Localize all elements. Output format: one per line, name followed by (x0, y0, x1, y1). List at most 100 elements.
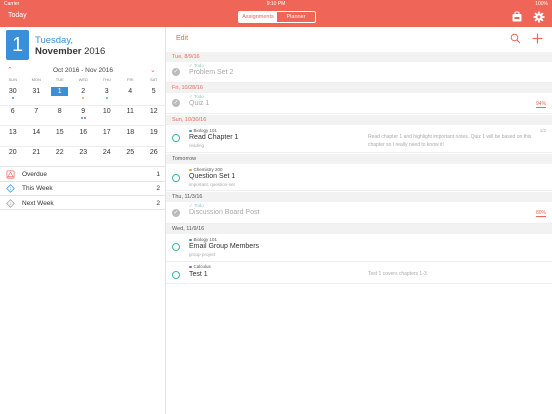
add-icon[interactable] (532, 33, 543, 44)
task-title: Read Chapter 1 (189, 134, 239, 141)
calendar-day-selected[interactable]: 1 (48, 85, 72, 105)
weekday-label: THU (102, 77, 111, 82)
view-segmented-control: Assignments Planner (238, 11, 316, 23)
tab-assignments[interactable]: Assignments (239, 12, 277, 22)
completed-check-icon[interactable]: ✓ (172, 209, 180, 217)
task-row[interactable]: ✓ ✓ Todo Problem Set 2 (166, 62, 552, 83)
calendar-day[interactable]: 23 (72, 146, 96, 166)
task-row[interactable]: Biology 101 Email Group Members group-pr… (166, 234, 552, 262)
summary-row-overdue[interactable]: Overdue 1 (0, 166, 166, 181)
weekday-label: SAT (150, 77, 158, 82)
task-course: Biology 101 (189, 237, 217, 242)
calendar-day[interactable]: 12 (142, 105, 166, 125)
search-icon[interactable] (510, 33, 521, 44)
calendar-day[interactable]: 9 (72, 105, 96, 125)
task-note: Test 1 covers chapters 1-3. (368, 271, 429, 277)
section-header: Fri, 10/28/16 (166, 83, 552, 93)
calendar-day[interactable]: 13 (1, 126, 25, 146)
calendar-day[interactable]: 21 (25, 146, 49, 166)
divider (0, 125, 166, 126)
calendar-day[interactable]: 6 (1, 105, 25, 125)
task-row[interactable]: ✓ ✓ Todo Quiz 1 94% (166, 93, 552, 114)
completed-check-icon[interactable]: ✓ (172, 68, 180, 76)
summary-label: This Week (22, 185, 53, 192)
list-toolbar: Edit (166, 27, 552, 51)
task-row[interactable]: Biology 101 Read Chapter 1 reading Read … (166, 125, 552, 153)
incomplete-circle-icon[interactable] (172, 243, 180, 251)
calendar-day[interactable]: 20 (1, 146, 25, 166)
overdue-alert-icon (6, 170, 15, 178)
summary-row-next-week[interactable]: 2 Next Week 2 (0, 195, 166, 210)
tab-planner[interactable]: Planner (277, 12, 315, 22)
task-row[interactable]: ✓ ✓ Todo Discussion Board Post 80% (166, 202, 552, 224)
calendar-day[interactable]: 30 (1, 85, 25, 105)
calendar-day[interactable]: 22 (48, 146, 72, 166)
battery-level: 100% (535, 1, 548, 7)
calendar-range-label: Oct 2016 - Nov 2016 (53, 67, 113, 74)
task-title: Discussion Board Post (189, 209, 260, 216)
calendar-day[interactable]: 3 (95, 85, 119, 105)
status-bar: Carrier 9:10 PM 100% (0, 0, 552, 8)
calendar-day[interactable]: 2 (72, 85, 96, 105)
summary-list: Overdue 1 1 This Week 2 2 Next Week 2 (0, 166, 166, 210)
year-label: 2016 (84, 46, 106, 57)
calendar-day[interactable]: 19 (142, 126, 166, 146)
summary-row-this-week[interactable]: 1 This Week 2 (0, 180, 166, 196)
calendar-day[interactable]: 24 (95, 146, 119, 166)
section-header: Sun, 10/30/16 (166, 115, 552, 125)
task-title: Quiz 1 (189, 100, 210, 107)
incomplete-circle-icon[interactable] (172, 174, 180, 182)
section-header: Wed, 11/9/16 (166, 224, 552, 234)
assignments-pane: Edit Tue, 8/9/16 ✓ ✓ Todo Problem Set 2 … (166, 27, 552, 414)
task-title: Problem Set 2 (189, 69, 234, 76)
section-header: Tomorrow (166, 154, 552, 164)
calendar-day[interactable]: 18 (119, 126, 143, 146)
calendar-day[interactable]: 31 (25, 85, 49, 105)
calendar-day[interactable]: 5 (142, 85, 166, 105)
task-tags: important, question-set (189, 182, 235, 187)
task-course: Biology 101 (189, 128, 217, 133)
task-row[interactable]: Calculus Test 1 Test 1 covers chapters 1… (166, 262, 552, 284)
calendar-day[interactable]: 16 (72, 126, 96, 146)
incomplete-circle-icon[interactable] (172, 134, 180, 142)
calendar-day[interactable]: 26 (142, 146, 166, 166)
weekday-label: FRI (127, 77, 134, 82)
settings-gear-icon[interactable] (533, 11, 545, 23)
calendar-day[interactable]: 7 (25, 105, 49, 125)
completed-check-icon[interactable]: ✓ (172, 99, 180, 107)
backpack-icon[interactable] (511, 11, 523, 23)
today-button[interactable]: Today (8, 12, 27, 19)
calendar-day[interactable]: 11 (119, 105, 143, 125)
task-row[interactable]: Chemistry 200 Question Set 1 important, … (166, 164, 552, 191)
weekday-header: SUN MON TUE WED THU FRI SAT (0, 77, 166, 82)
sidebar: 1 Tuesday, November 2016 ⌃ Oct 2016 - No… (0, 27, 166, 414)
month-label: November (35, 46, 82, 57)
task-course: Chemistry 200 (189, 167, 223, 172)
weekday-label: MON (31, 77, 41, 82)
calendar-day[interactable]: 15 (48, 126, 72, 146)
incomplete-circle-icon[interactable] (172, 271, 180, 279)
next-week-diamond-icon: 2 (6, 198, 15, 208)
calendar-day[interactable]: 17 (95, 126, 119, 146)
weekday-label: WED (78, 77, 88, 82)
calendar-day[interactable]: 4 (119, 85, 143, 105)
grade-badge: 94% (535, 101, 546, 108)
task-title: Question Set 1 (189, 173, 236, 180)
calendar-day[interactable]: 14 (25, 126, 49, 146)
this-week-diamond-icon: 1 (6, 184, 15, 193)
calendar-day[interactable]: 25 (119, 146, 143, 166)
task-tags: reading (189, 143, 205, 148)
summary-count: 2 (156, 185, 160, 192)
edit-button[interactable]: Edit (176, 35, 188, 42)
summary-label: Overdue (22, 170, 47, 178)
task-title: Email Group Members (189, 243, 260, 250)
calendar-day[interactable]: 8 (48, 105, 72, 125)
chevron-down-icon[interactable]: ⌄ (150, 66, 156, 74)
today-date-badge: 1 (6, 30, 29, 60)
summary-count: 2 (156, 199, 160, 207)
task-note: Read chapter 1 and highlight important n… (368, 134, 532, 148)
calendar-day[interactable]: 10 (95, 105, 119, 125)
section-header: Tue, 8/9/16 (166, 52, 552, 62)
task-tags: group-project (189, 252, 216, 257)
weekday-label: SUN (8, 77, 17, 82)
